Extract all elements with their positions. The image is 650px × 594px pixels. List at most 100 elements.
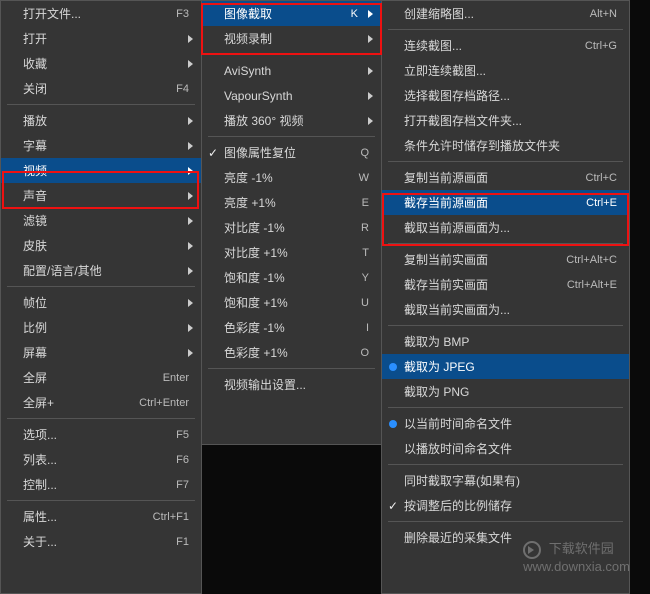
radio-dot-icon	[389, 363, 397, 371]
menu-item[interactable]: 色彩度 +1%O	[202, 340, 381, 365]
menu-item[interactable]: 配置/语言/其他	[1, 258, 201, 283]
menu-item-label: 视频录制	[224, 30, 362, 47]
submenu-arrow-icon	[188, 167, 193, 175]
menu-item-shortcut: T	[362, 247, 373, 259]
menu-item[interactable]: 亮度 -1%W	[202, 165, 381, 190]
menu-item[interactable]: 截取为 PNG	[382, 379, 629, 404]
menu-item[interactable]: 全屏+Ctrl+Enter	[1, 390, 201, 415]
menu-item-label: 亮度 -1%	[224, 169, 359, 186]
menu-item[interactable]: 创建缩略图...Alt+N	[382, 1, 629, 26]
menu-item[interactable]: 列表...F6	[1, 447, 201, 472]
menu-item[interactable]: 滤镜	[1, 208, 201, 233]
menu-item[interactable]: 对比度 +1%T	[202, 240, 381, 265]
menu-item-label: 关闭	[23, 80, 176, 97]
menu-item-shortcut: F6	[176, 454, 193, 466]
menu-item-label: 截取为 PNG	[404, 383, 621, 400]
menu-item-shortcut: K	[351, 8, 362, 20]
menu-item[interactable]: 对比度 -1%R	[202, 215, 381, 240]
menu-item[interactable]: VapourSynth	[202, 83, 381, 108]
menu-item[interactable]: 截存当前源画面Ctrl+E	[382, 190, 629, 215]
menu-separator	[7, 500, 195, 501]
menu-item[interactable]: AviSynth	[202, 58, 381, 83]
submenu-arrow-icon	[368, 10, 373, 18]
menu-item[interactable]: 关闭F4	[1, 76, 201, 101]
menu-item[interactable]: 截取为 JPEG	[382, 354, 629, 379]
menu-item[interactable]: 连续截图...Ctrl+G	[382, 33, 629, 58]
menu-item[interactable]: 全屏Enter	[1, 365, 201, 390]
menu-item[interactable]: 帧位	[1, 290, 201, 315]
menu-item[interactable]: 条件允许时储存到播放文件夹	[382, 133, 629, 158]
menu-item[interactable]: 视频	[1, 158, 201, 183]
menu-item[interactable]: 选项...F5	[1, 422, 201, 447]
menu-item[interactable]: 饱和度 -1%Y	[202, 265, 381, 290]
menu-item[interactable]: 打开文件...F3	[1, 1, 201, 26]
menu-separator	[388, 464, 623, 465]
menu-item-label: 比例	[23, 319, 182, 336]
menu-item[interactable]: 色彩度 -1%I	[202, 315, 381, 340]
menu-item[interactable]: 图像截取K	[202, 1, 381, 26]
menu-separator	[388, 161, 623, 162]
menu-item[interactable]: 同时截取字幕(如果有)	[382, 468, 629, 493]
menu-item[interactable]: 控制...F7	[1, 472, 201, 497]
menu-item[interactable]: 播放 360° 视频	[202, 108, 381, 133]
watermark-url: www.downxia.com	[523, 559, 630, 574]
menu-item[interactable]: 视频录制	[202, 26, 381, 51]
menu-item[interactable]: 亮度 +1%E	[202, 190, 381, 215]
menu-item[interactable]: 打开截图存档文件夹...	[382, 108, 629, 133]
menu-item[interactable]: 截取为 BMP	[382, 329, 629, 354]
menu-item-shortcut: Alt+N	[590, 8, 621, 20]
menu-item[interactable]: 截存当前实画面Ctrl+Alt+E	[382, 272, 629, 297]
menu-item-label: 配置/语言/其他	[23, 262, 182, 279]
menu-item[interactable]: 字幕	[1, 133, 201, 158]
menu-item[interactable]: 以当前时间命名文件	[382, 411, 629, 436]
menu-item-shortcut: Ctrl+Enter	[139, 397, 193, 409]
menu-item[interactable]: 截取当前源画面为...	[382, 215, 629, 240]
menu-item-label: 字幕	[23, 137, 182, 154]
menu-item[interactable]: 比例	[1, 315, 201, 340]
menu-item[interactable]: 复制当前源画面Ctrl+C	[382, 165, 629, 190]
menu-item[interactable]: ✓按调整后的比例储存	[382, 493, 629, 518]
check-icon: ✓	[388, 499, 398, 513]
menu-item-label: 控制...	[23, 476, 176, 493]
menu-item[interactable]: 饱和度 +1%U	[202, 290, 381, 315]
menu-item[interactable]: 以播放时间命名文件	[382, 436, 629, 461]
menu-item-label: 同时截取字幕(如果有)	[404, 472, 621, 489]
menu-item-label: 收藏	[23, 55, 182, 72]
menu-item[interactable]: 选择截图存档路径...	[382, 83, 629, 108]
menu-item-shortcut: F4	[176, 83, 193, 95]
menu-item-label: 关于...	[23, 533, 176, 550]
menu-item-label: 复制当前源画面	[404, 169, 586, 186]
menu-item[interactable]: 播放	[1, 108, 201, 133]
menu-item[interactable]: 打开	[1, 26, 201, 51]
check-icon: ✓	[208, 146, 218, 160]
menu-item-label: 列表...	[23, 451, 176, 468]
menu-item-label: 播放 360° 视频	[224, 112, 362, 129]
submenu-arrow-icon	[188, 267, 193, 275]
watermark-brand: 下载软件园	[549, 541, 614, 556]
menu-item-label: VapourSynth	[224, 89, 362, 103]
menu-item[interactable]: 收藏	[1, 51, 201, 76]
menu-item-label: 皮肤	[23, 237, 182, 254]
menu-item[interactable]: ✓图像属性复位Q	[202, 140, 381, 165]
menu-item[interactable]: 复制当前实画面Ctrl+Alt+C	[382, 247, 629, 272]
menu-item[interactable]: 立即连续截图...	[382, 58, 629, 83]
menu-item-shortcut: R	[361, 222, 373, 234]
menu-item[interactable]: 属性...Ctrl+F1	[1, 504, 201, 529]
menu-item[interactable]: 声音	[1, 183, 201, 208]
menu-item-label: 滤镜	[23, 212, 182, 229]
menu-item[interactable]: 截取当前实画面为...	[382, 297, 629, 322]
menu-item[interactable]: 皮肤	[1, 233, 201, 258]
menu-item-label: 饱和度 -1%	[224, 269, 362, 286]
watermark: 下载软件园 www.downxia.com	[523, 538, 630, 574]
submenu-arrow-icon	[188, 349, 193, 357]
menu-item[interactable]: 视频输出设置...	[202, 372, 381, 397]
menu-item-label: 截取当前源画面为...	[404, 219, 621, 236]
menu-item-label: 复制当前实画面	[404, 251, 566, 268]
menu-item-shortcut: Ctrl+G	[585, 40, 621, 52]
menu-item[interactable]: 关于...F1	[1, 529, 201, 554]
menu-separator	[388, 407, 623, 408]
menu-item-label: 打开截图存档文件夹...	[404, 112, 621, 129]
menu-column-1: 打开文件...F3打开收藏关闭F4 播放字幕视频声音滤镜皮肤配置/语言/其他帧位比…	[0, 0, 202, 594]
menu-item-label: 选择截图存档路径...	[404, 87, 621, 104]
menu-item[interactable]: 屏幕	[1, 340, 201, 365]
